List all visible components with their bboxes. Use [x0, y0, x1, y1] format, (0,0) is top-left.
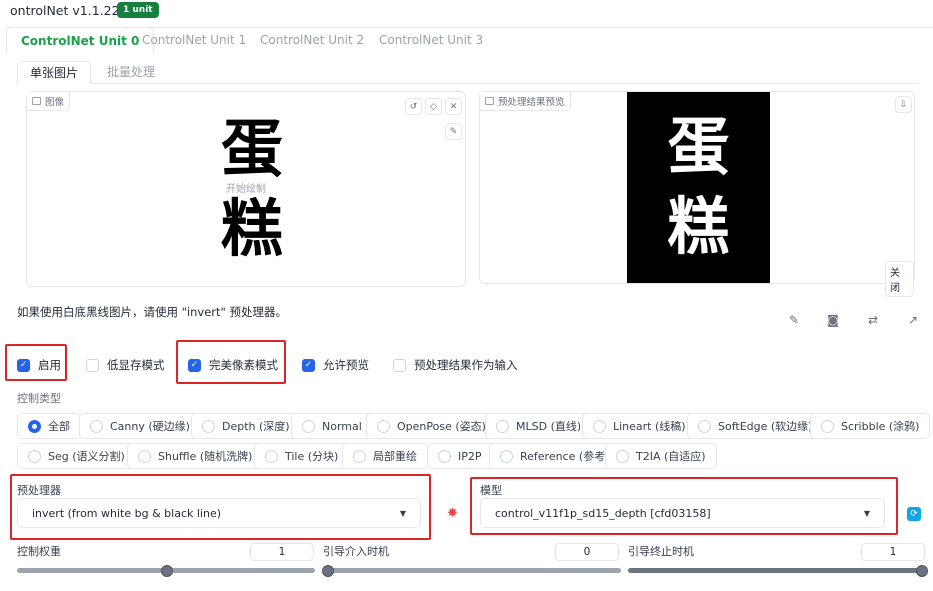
radio-dot — [90, 419, 103, 433]
preview-image: 蛋 糕 — [627, 92, 770, 283]
tab-single-image[interactable]: 单张图片 — [17, 61, 92, 84]
chevron-down-icon: ▼ — [399, 508, 406, 518]
check-icon: ✓ — [188, 358, 201, 372]
weight-label: 控制权重 — [17, 545, 61, 558]
draw-hint: 开始绘制 — [226, 184, 266, 195]
radio-dot — [593, 419, 606, 433]
preview-char-1: 蛋 — [667, 110, 730, 183]
radio-dot — [28, 449, 41, 463]
radio-dot — [202, 419, 215, 433]
radio-canny[interactable]: Canny (硬边缘) — [79, 413, 201, 439]
guidance-end-label: 引导终止时机 — [628, 545, 694, 558]
radio-dot — [496, 419, 509, 433]
check-icon: ✓ — [302, 358, 315, 372]
model-label: 模型 — [480, 484, 502, 497]
preprocess-as-input-checkbox[interactable]: 预处理结果作为输入 — [393, 357, 518, 373]
radio-tile[interactable]: Tile (分块) — [254, 443, 350, 469]
radio-dot — [698, 419, 711, 433]
radio-dot — [616, 449, 629, 463]
model-select[interactable]: control_v11f1p_sd15_depth [cfd03158] ▼ — [480, 498, 885, 528]
radio-seg[interactable]: Seg (语义分割) — [17, 443, 136, 469]
radio-all[interactable]: 全部 — [17, 413, 81, 439]
lowvram-checkbox[interactable]: 低显存模式 — [86, 357, 165, 373]
weight-slider-handle[interactable] — [161, 565, 173, 577]
close-preview-button[interactable]: 关闭 — [885, 261, 914, 297]
checkbox-box — [86, 358, 99, 372]
tab-unit-1[interactable]: ControlNet Unit 1 — [128, 27, 260, 54]
radio-dot — [500, 449, 513, 463]
image-icon — [32, 97, 41, 105]
explosion-icon[interactable]: ✸ — [447, 506, 458, 521]
image-icon — [485, 97, 494, 105]
guidance-start-input[interactable]: 0 — [555, 543, 619, 561]
radio-dot — [28, 419, 41, 433]
control-type-label: 控制类型 — [17, 392, 61, 405]
tab-unit-2[interactable]: ControlNet Unit 2 — [246, 27, 378, 54]
radio-lineart[interactable]: Lineart (线稿) — [582, 413, 697, 439]
download-icon[interactable]: ⇩ — [895, 96, 912, 113]
preview-label: 预处理结果预览 — [480, 92, 571, 111]
radio-dot — [377, 419, 390, 433]
radio-reference[interactable]: Reference (参考) — [489, 443, 621, 469]
radio-t2ia[interactable]: T2IA (自适应) — [605, 443, 717, 469]
radio-dot — [265, 449, 278, 463]
radio-scribble[interactable]: Scribble (涂鸦) — [810, 413, 931, 439]
radio-dot — [302, 419, 315, 433]
app-title: ontrolNet v1.1.224 — [10, 3, 128, 18]
preview-char-2: 糕 — [667, 190, 730, 263]
image-canvas[interactable]: 图像 ↺ ◇ ✕ ✎ 蛋 糕 开始绘制 — [26, 91, 466, 287]
radio-dot — [821, 419, 834, 433]
allow-preview-checkbox[interactable]: ✓ 允许预览 — [302, 357, 369, 373]
invert-note: 如果使用白底黑线图片，请使用 "invert" 预处理器。 — [17, 305, 287, 319]
radio-mlsd[interactable]: MLSD (直线) — [485, 413, 593, 439]
radio-openpose[interactable]: OpenPose (姿态) — [366, 413, 497, 439]
guidance-start-slider[interactable] — [323, 568, 621, 573]
radio-dot — [138, 449, 151, 463]
enable-checkbox[interactable]: ✓ 启用 — [17, 357, 61, 373]
guidance-end-input[interactable]: 1 — [861, 543, 925, 561]
tab-unit-3[interactable]: ControlNet Unit 3 — [365, 27, 497, 54]
radio-depth[interactable]: Depth (深度) — [191, 413, 301, 439]
input-char-1: 蛋 — [220, 112, 283, 185]
camera-icon[interactable]: ◙ — [823, 310, 843, 330]
image-label: 图像 — [27, 92, 71, 111]
preview-panel: 预处理结果预览 ⇩ 蛋 糕 关闭 — [479, 91, 915, 297]
eraser-icon[interactable]: ◇ — [425, 98, 442, 115]
refresh-icon[interactable]: ⟳ — [907, 507, 921, 521]
preprocessor-label: 预处理器 — [17, 484, 61, 497]
edit-icon[interactable]: ✎ — [784, 310, 804, 330]
unit-count-badge: 1 unit — [117, 2, 159, 18]
check-icon: ✓ — [17, 358, 30, 372]
pixel-perfect-checkbox[interactable]: ✓ 完美像素模式 — [188, 357, 278, 373]
guidance-start-handle[interactable] — [322, 565, 334, 577]
radio-inpaint[interactable]: 局部重绘 — [342, 443, 428, 469]
radio-normal[interactable]: Normal — [291, 413, 373, 439]
undo-icon[interactable]: ↺ — [405, 98, 422, 115]
radio-ip2p[interactable]: IP2P — [427, 443, 493, 469]
tab-batch[interactable]: 批量处理 — [95, 61, 167, 84]
radio-dot — [438, 449, 451, 463]
brush-icon[interactable]: ✎ — [445, 123, 462, 140]
guidance-end-slider[interactable] — [628, 568, 926, 573]
send-icon[interactable]: ↗ — [903, 310, 923, 330]
swap-icon[interactable]: ⇄ — [863, 310, 883, 330]
input-char-2: 糕 — [220, 192, 283, 265]
radio-softedge[interactable]: SoftEdge (软边缘) — [687, 413, 824, 439]
guidance-end-handle[interactable] — [916, 565, 928, 577]
radio-dot — [353, 449, 366, 463]
preprocessor-select[interactable]: invert (from white bg & black line) ▼ — [17, 498, 421, 528]
guidance-start-label: 引导介入时机 — [323, 545, 389, 558]
chevron-down-icon: ▼ — [863, 508, 870, 518]
radio-shuffle[interactable]: Shuffle (随机洗牌) — [127, 443, 264, 469]
weight-input[interactable]: 1 — [250, 543, 314, 561]
checkbox-box — [393, 358, 406, 372]
close-icon[interactable]: ✕ — [445, 98, 462, 115]
